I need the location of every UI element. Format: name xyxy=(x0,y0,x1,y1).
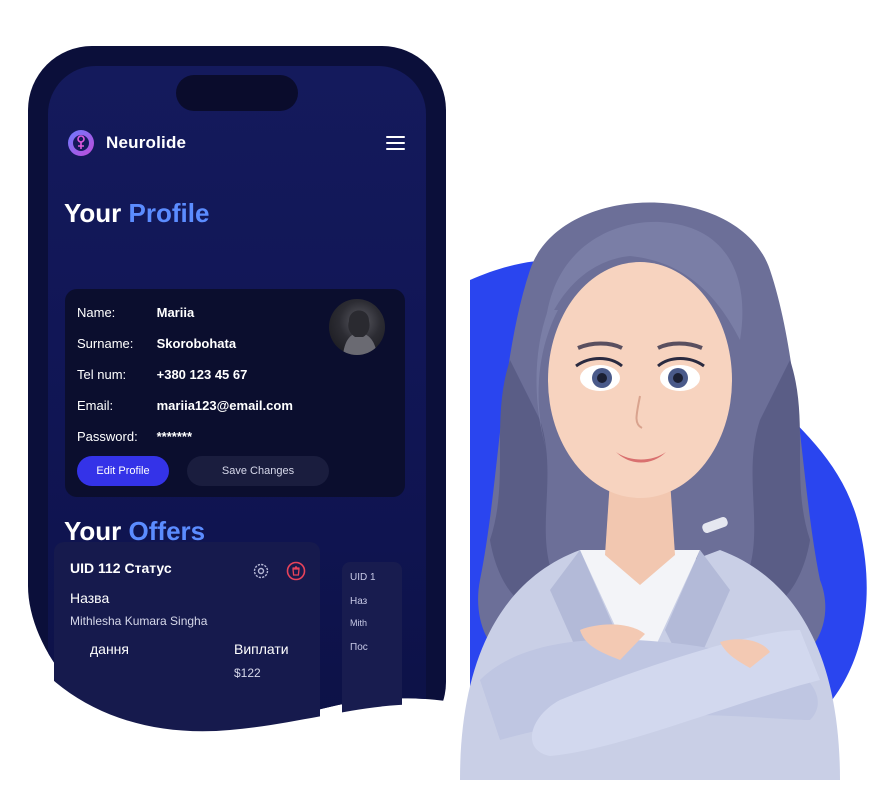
woman-illustration xyxy=(460,202,840,780)
